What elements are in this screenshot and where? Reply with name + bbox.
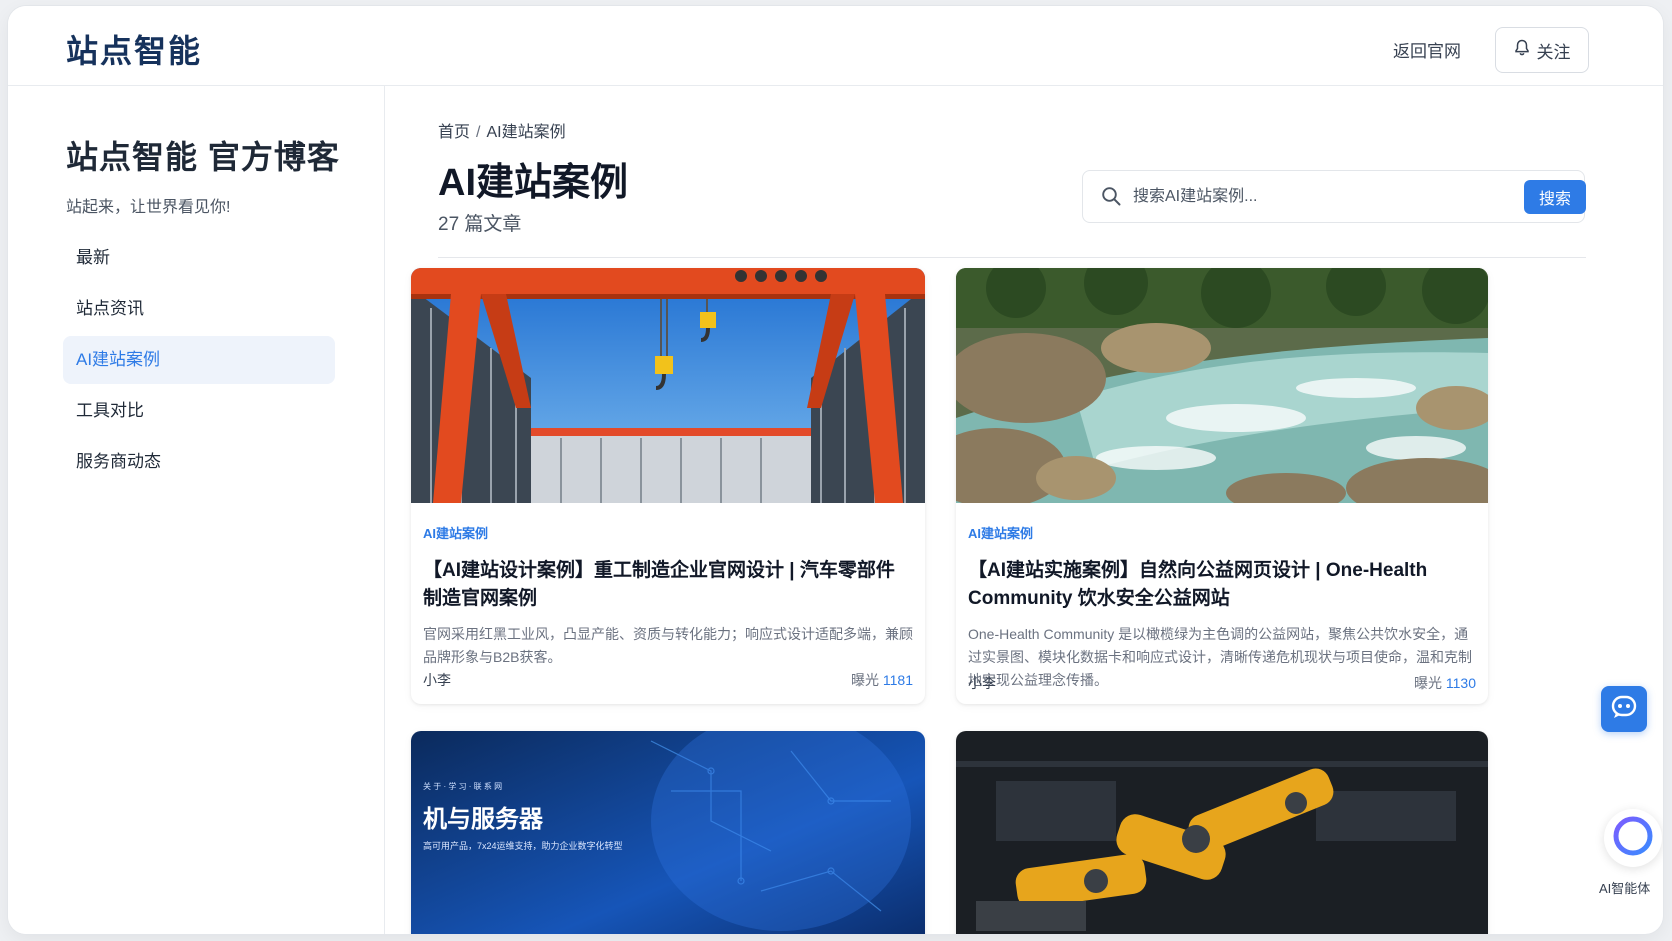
- sidebar-item-ai-cases[interactable]: AI建站案例: [63, 336, 335, 384]
- card-title[interactable]: 【AI建站设计案例】重工制造企业官网设计 | 汽车零部件制造官网案例: [423, 557, 913, 613]
- breadcrumb-current: AI建站案例: [486, 124, 566, 141]
- search-input[interactable]: [1133, 181, 1493, 213]
- sidebar: 站点智能 官方博客 站起来，让世界看见你! 最新 站点资讯 AI建站案例 工具对…: [8, 86, 385, 934]
- chat-float-button[interactable]: [1601, 686, 1647, 732]
- card-body: AI建站案例 【AI建站设计案例】重工制造企业官网设计 | 汽车零部件制造官网案…: [411, 523, 925, 669]
- follow-label: 关注: [1536, 42, 1571, 62]
- card-title[interactable]: 【AI建站实施案例】自然向公益网页设计 | One-Health Communi…: [968, 557, 1476, 613]
- search-icon: [1101, 186, 1122, 212]
- card-image-tech-servers[interactable]: 关 于 · 学 习 · 联 系 网 机与服务器 高可用产品，7x24运维支持，助…: [411, 731, 925, 934]
- ai-agent-label[interactable]: AI智能体: [1599, 878, 1650, 897]
- chat-bubble-icon: [1611, 694, 1637, 725]
- blog-subtitle: 站起来，让世界看见你!: [66, 199, 231, 216]
- breadcrumb: 首页 / AI建站案例: [438, 118, 566, 142]
- overlay-nav-text: 关 于 · 学 习 · 联 系 网: [423, 782, 503, 791]
- back-to-official-site-link[interactable]: 返回官网: [1393, 37, 1461, 62]
- header-divider: [438, 257, 1586, 258]
- article-card[interactable]: AI建站案例 【AI建站设计案例】重工制造企业官网设计 | 汽车零部件制造官网案…: [411, 268, 925, 704]
- search-box: 搜索: [1082, 170, 1586, 223]
- ai-agent-button[interactable]: [1604, 809, 1662, 867]
- card-body: AI建站案例 【AI建站实施案例】自然向公益网页设计 | One-Health …: [956, 523, 1488, 692]
- views-count: 1181: [882, 672, 913, 688]
- search-button[interactable]: 搜索: [1524, 180, 1586, 214]
- article-count: 27 篇文章: [438, 214, 522, 235]
- category-nav: 最新 站点资讯 AI建站案例 工具对比 服务商动态: [63, 234, 335, 489]
- card-views: 曝光 1181: [851, 670, 913, 690]
- article-card[interactable]: 关 于 · 学 习 · 联 系 网 机与服务器 高可用产品，7x24运维支持，助…: [411, 731, 925, 934]
- blog-title: 站点智能 官方博客: [66, 139, 340, 175]
- card-views: 曝光 1130: [1414, 673, 1476, 693]
- card-image-industrial-crane[interactable]: [411, 268, 925, 503]
- sidebar-item-latest[interactable]: 最新: [63, 234, 335, 282]
- breadcrumb-separator: /: [476, 124, 481, 141]
- bell-icon: [1514, 39, 1530, 61]
- views-label: 曝光: [851, 672, 879, 688]
- sidebar-item-site-news[interactable]: 站点资讯: [63, 285, 335, 333]
- article-card[interactable]: AI建站案例 【AI建站实施案例】自然向公益网页设计 | One-Health …: [956, 268, 1488, 704]
- card-category[interactable]: AI建站案例: [968, 523, 1476, 542]
- app-window: 站点智能 返回官网 关注 站点智能 官方博客 站起来，让世界看见你! 最新 站点…: [8, 6, 1663, 934]
- views-count: 1130: [1445, 675, 1476, 691]
- page-title: AI建站案例: [438, 162, 629, 204]
- card-author: 小李: [423, 672, 451, 688]
- card-description: One-Health Community 是以橄榄绿为主色调的公益网站，聚焦公共…: [968, 626, 1472, 688]
- article-card[interactable]: [956, 731, 1488, 934]
- site-logo[interactable]: 站点智能: [66, 26, 202, 72]
- overlay-title: 机与服务器: [423, 806, 543, 833]
- breadcrumb-home[interactable]: 首页: [438, 124, 470, 141]
- follow-button[interactable]: 关注: [1495, 27, 1589, 73]
- card-description: 官网采用红黑工业风，凸显产能、资质与转化能力；响应式设计适配多端，兼顾品牌形象与…: [423, 626, 913, 665]
- card-image-river-rocks[interactable]: [956, 268, 1488, 503]
- sidebar-item-tool-comparison[interactable]: 工具对比: [63, 387, 335, 435]
- sidebar-item-provider-news[interactable]: 服务商动态: [63, 438, 335, 486]
- card-image-robot-arm[interactable]: [956, 731, 1488, 934]
- card-category[interactable]: AI建站案例: [423, 523, 913, 542]
- top-header: 站点智能 返回官网 关注: [8, 6, 1663, 86]
- views-label: 曝光: [1414, 675, 1442, 691]
- card-author: 小李: [968, 675, 996, 691]
- ai-ring-icon: [1611, 814, 1655, 863]
- overlay-subtitle: 高可用产品，7x24运维支持，助力企业数字化转型: [423, 841, 623, 851]
